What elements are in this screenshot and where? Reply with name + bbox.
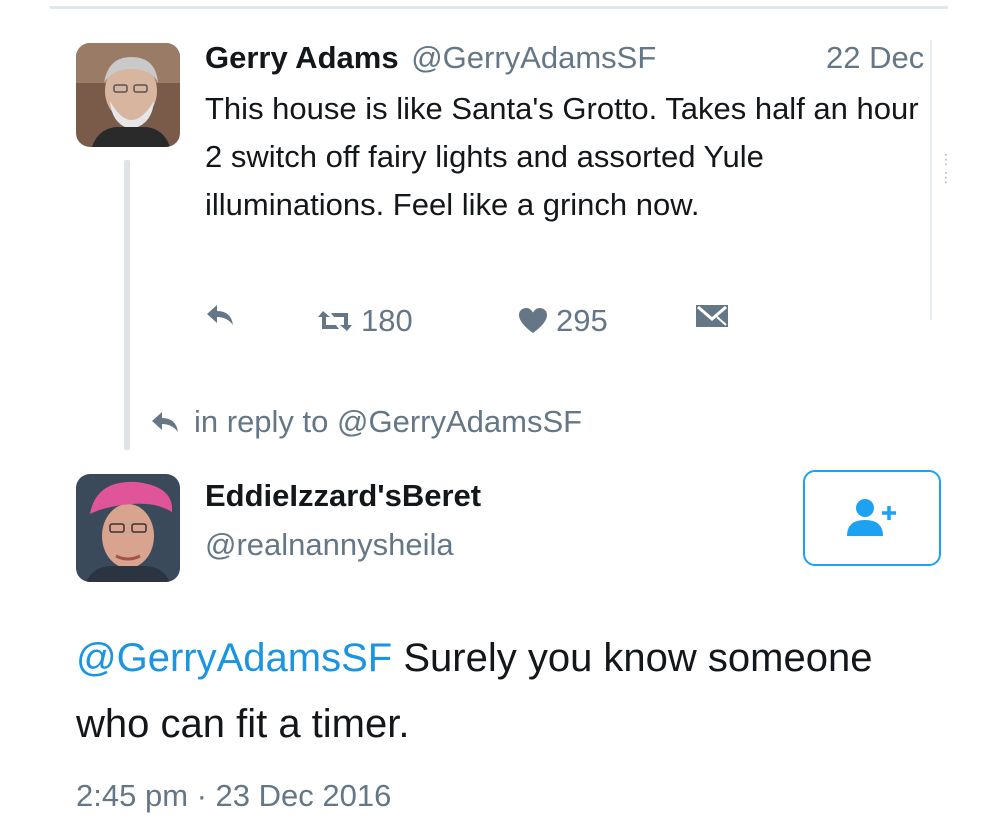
tweet1-header: Gerry Adams @GerryAdamsSF: [205, 40, 656, 76]
tweet2-author-handle[interactable]: @realnannysheila: [205, 527, 454, 563]
tweet1-date[interactable]: 22 Dec: [826, 40, 936, 76]
direct-message-button[interactable]: [695, 303, 729, 329]
direct-message-icon: [696, 305, 728, 327]
heart-icon: [519, 308, 547, 333]
follow-button[interactable]: [803, 470, 941, 566]
reply-button[interactable]: [205, 303, 235, 327]
tweet2-timestamp[interactable]: 2:45 pm · 23 Dec 2016: [76, 778, 391, 814]
top-divider: [50, 6, 948, 9]
tweet2-mention-link[interactable]: @GerryAdamsSF: [76, 636, 392, 680]
retweet-count: 180: [361, 303, 413, 338]
in-reply-to-text: in reply to @GerryAdamsSF: [194, 404, 583, 439]
avatar-realnannysheila[interactable]: [76, 474, 180, 582]
thread-connector: [124, 160, 130, 450]
reply-icon: [207, 305, 233, 325]
in-reply-to-context[interactable]: in reply to @GerryAdamsSF: [150, 404, 582, 440]
like-count: 295: [556, 303, 608, 338]
avatar-gerry-adams[interactable]: [76, 43, 180, 147]
retweet-icon: [318, 311, 352, 331]
more-options-icon: ⋮ ⋮: [939, 151, 953, 185]
tweet1-author-handle[interactable]: @GerryAdamsSF: [411, 40, 656, 75]
tweet2-text: @GerryAdamsSF Surely you know someone wh…: [76, 625, 936, 757]
tweet1-author-name[interactable]: Gerry Adams: [205, 40, 399, 75]
tweet2-author-name[interactable]: EddieIzzard'sBeret: [205, 478, 481, 514]
tweet1-text: This house is like Santa's Grotto. Takes…: [205, 91, 919, 222]
retweet-button[interactable]: 180: [317, 303, 413, 339]
like-button[interactable]: 295: [518, 303, 608, 339]
reply-icon: [152, 412, 178, 432]
follow-user-icon: [847, 499, 896, 536]
